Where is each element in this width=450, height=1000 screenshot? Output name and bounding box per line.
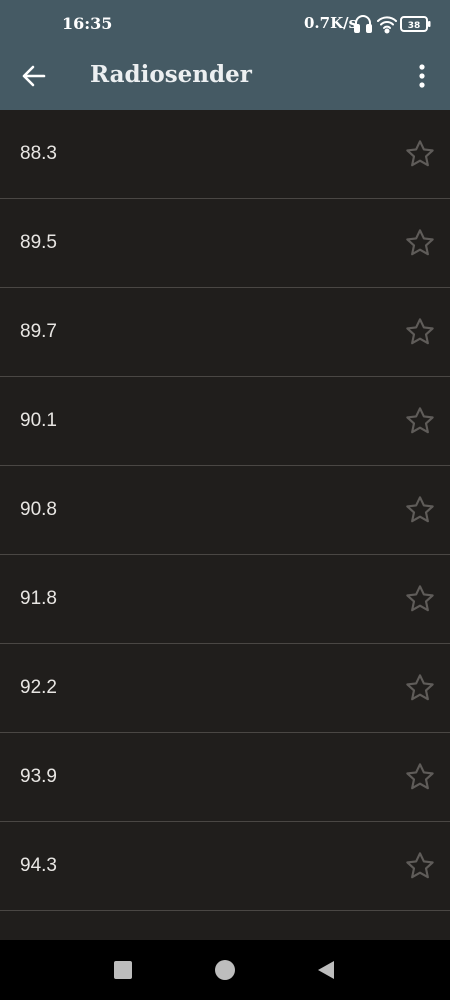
station-row[interactable]: 92.2 bbox=[0, 644, 450, 733]
status-icons: 38 bbox=[354, 15, 431, 34]
navigation-bar bbox=[0, 940, 450, 1000]
back-triangle-icon[interactable] bbox=[316, 960, 336, 980]
home-circle-icon[interactable] bbox=[215, 960, 235, 980]
favorite-star-icon[interactable] bbox=[404, 583, 436, 615]
battery-level: 38 bbox=[408, 21, 421, 31]
station-row[interactable]: 94.3 bbox=[0, 822, 450, 911]
wifi-icon bbox=[377, 16, 397, 34]
station-row[interactable]: 90.8 bbox=[0, 466, 450, 555]
status-bar: 16:35 0.7K/s 38 bbox=[0, 0, 450, 48]
station-list[interactable]: 88.3 89.5 89.7 90.1 90.8 91.8 92.2 93.9 94.3 bbox=[0, 110, 450, 940]
favorite-star-icon[interactable] bbox=[404, 761, 436, 793]
station-frequency: 93.9 bbox=[20, 766, 57, 787]
more-vert-icon[interactable] bbox=[406, 60, 438, 92]
favorite-star-icon[interactable] bbox=[404, 494, 436, 526]
page-title: Radiosender bbox=[90, 61, 252, 88]
battery-icon: 38 bbox=[400, 16, 431, 32]
station-row[interactable]: 91.8 bbox=[0, 555, 450, 644]
toolbar: Radiosender bbox=[0, 52, 450, 100]
station-row[interactable]: 90.1 bbox=[0, 377, 450, 466]
recents-square-icon[interactable] bbox=[114, 961, 132, 979]
station-frequency: 88.3 bbox=[20, 143, 57, 164]
station-row[interactable] bbox=[0, 911, 450, 940]
station-frequency: 94.3 bbox=[20, 855, 57, 876]
favorite-star-icon[interactable] bbox=[404, 405, 436, 437]
station-row[interactable]: 89.7 bbox=[0, 288, 450, 377]
station-row[interactable]: 89.5 bbox=[0, 199, 450, 288]
status-time: 16:35 bbox=[62, 14, 113, 33]
station-frequency: 91.8 bbox=[20, 588, 57, 609]
app-bar: 16:35 0.7K/s 38 Radiosender bbox=[0, 0, 450, 110]
network-speed: 0.7K/s bbox=[304, 14, 358, 32]
favorite-star-icon[interactable] bbox=[404, 316, 436, 348]
arrow-left-icon[interactable] bbox=[14, 56, 54, 96]
station-frequency: 92.2 bbox=[20, 677, 57, 698]
favorite-star-icon[interactable] bbox=[404, 227, 436, 259]
station-row[interactable]: 88.3 bbox=[0, 110, 450, 199]
station-frequency: 90.1 bbox=[20, 410, 57, 431]
station-frequency: 90.8 bbox=[20, 499, 57, 520]
favorite-star-icon[interactable] bbox=[404, 850, 436, 882]
station-frequency: 89.7 bbox=[20, 321, 57, 342]
favorite-star-icon[interactable] bbox=[404, 138, 436, 170]
favorite-star-icon[interactable] bbox=[404, 672, 436, 704]
station-row[interactable]: 93.9 bbox=[0, 733, 450, 822]
headphones-icon bbox=[354, 15, 372, 33]
station-frequency: 89.5 bbox=[20, 232, 57, 253]
